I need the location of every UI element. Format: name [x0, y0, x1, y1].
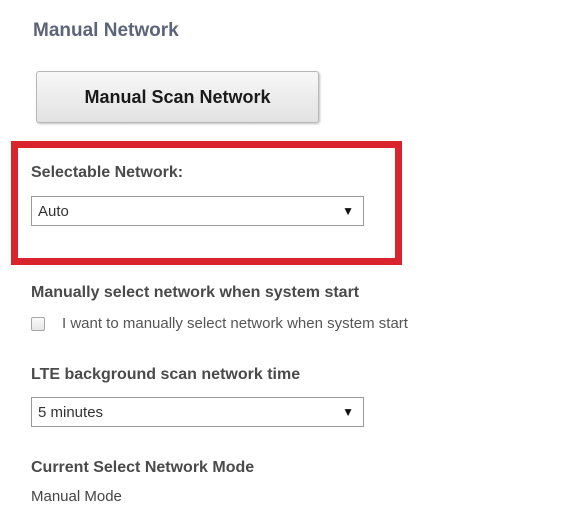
manual-scan-network-button[interactable]: Manual Scan Network	[36, 71, 319, 123]
dropdown-arrow-icon: ▼	[342, 405, 354, 419]
manual-network-panel: Manual Network Manual Scan Network Selec…	[0, 0, 562, 511]
manual-select-label: Manually select network when system star…	[31, 284, 360, 301]
lte-scan-time-label: LTE background scan network time	[31, 366, 301, 383]
current-mode-value: Manual Mode	[31, 488, 122, 505]
lte-scan-time-select[interactable]: 5 minutes ▼	[31, 397, 364, 427]
selectable-network-value: Auto	[38, 202, 69, 220]
manual-select-checkbox-row[interactable]: I want to manually select network when s…	[31, 315, 408, 332]
dropdown-arrow-icon: ▼	[342, 204, 354, 218]
lte-scan-time-value: 5 minutes	[38, 403, 104, 421]
selectable-network-label: Selectable Network:	[31, 164, 184, 181]
manual-select-checkbox-label[interactable]: I want to manually select network when s…	[62, 315, 408, 332]
current-mode-label: Current Select Network Mode	[31, 459, 255, 476]
section-title: Manual Network	[33, 20, 179, 41]
manual-select-checkbox[interactable]	[31, 316, 45, 331]
selectable-network-select[interactable]: Auto ▼	[31, 196, 364, 226]
